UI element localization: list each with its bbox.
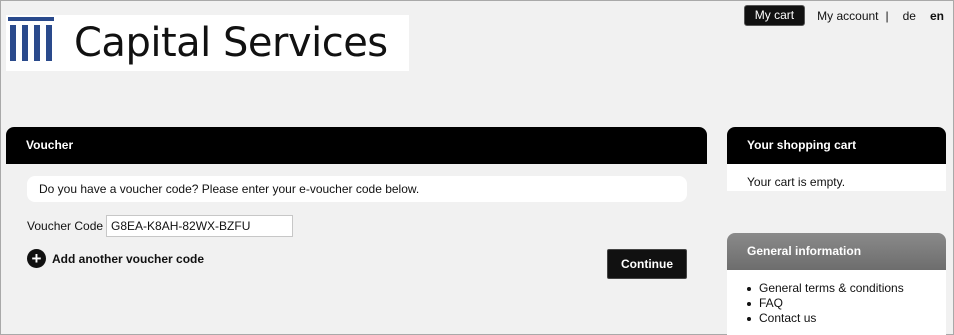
terms-link[interactable]: General terms & conditions (759, 281, 904, 296)
faq-link[interactable]: FAQ (759, 296, 783, 311)
voucher-code-label: Voucher Code (27, 219, 104, 233)
top-nav: My cart My account | de en (743, 5, 944, 26)
plus-circle-icon: + (27, 249, 46, 268)
lang-en-link[interactable]: en (930, 9, 944, 23)
info-links-list: General terms & conditions FAQ Contact u… (727, 270, 946, 326)
info-panel-title: General information (727, 233, 946, 270)
nav-separator: | (885, 8, 889, 23)
bullet-icon (747, 301, 751, 306)
list-item: General terms & conditions (747, 281, 946, 296)
list-item: FAQ (747, 296, 946, 311)
brand-name: Capital Services (74, 20, 388, 66)
add-voucher-button[interactable]: + Add another voucher code (27, 249, 204, 268)
continue-button[interactable]: Continue (607, 249, 687, 279)
cart-panel-title: Your shopping cart (727, 127, 946, 164)
list-item: Contact us (747, 311, 946, 326)
my-cart-button[interactable]: My cart (743, 5, 806, 26)
my-account-link[interactable]: My account (817, 9, 878, 23)
logo-mark-icon (8, 17, 54, 61)
cart-empty-text: Your cart is empty. (727, 164, 946, 191)
lang-de-link[interactable]: de (903, 9, 916, 23)
voucher-notice: Do you have a voucher code? Please enter… (27, 176, 687, 202)
contact-link[interactable]: Contact us (759, 311, 816, 326)
add-voucher-label: Add another voucher code (52, 251, 205, 266)
bullet-icon (747, 286, 751, 291)
logo[interactable]: Capital Services (6, 15, 409, 71)
voucher-code-input[interactable] (106, 215, 293, 237)
info-panel-body: General terms & conditions FAQ Contact u… (727, 270, 946, 335)
voucher-panel-title: Voucher (6, 127, 707, 164)
bullet-icon (747, 316, 751, 321)
